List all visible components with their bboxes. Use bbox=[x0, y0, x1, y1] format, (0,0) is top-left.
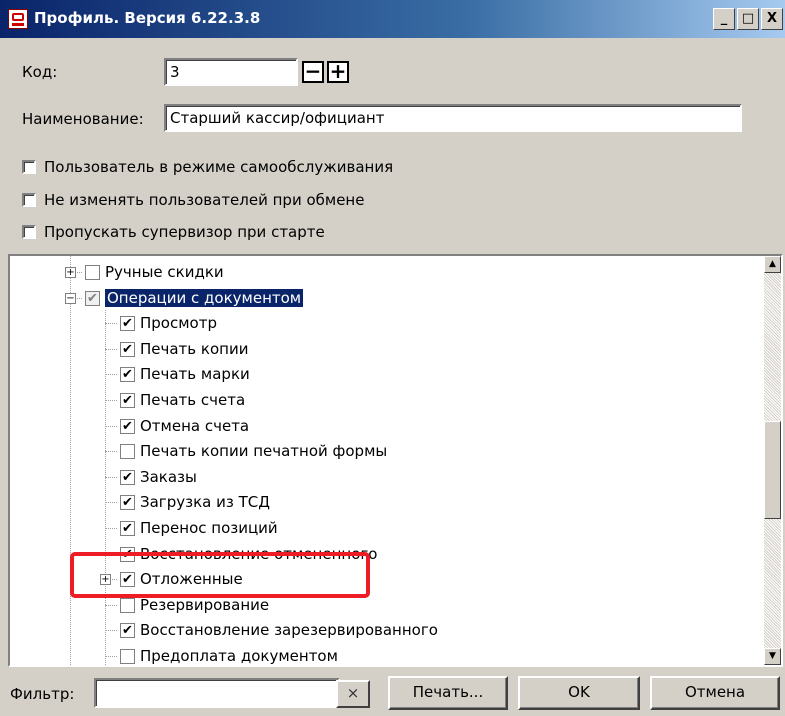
tree-item-label: Печать копии bbox=[140, 339, 249, 358]
ok-button[interactable]: OK bbox=[518, 676, 640, 710]
scroll-up-arrow-icon[interactable]: ▲ bbox=[764, 256, 781, 273]
expand-icon[interactable]: + bbox=[65, 267, 76, 278]
option-self-service[interactable]: Пользователь в режиме самообслуживания bbox=[22, 157, 393, 177]
tree-connector bbox=[105, 656, 117, 657]
tree-checkbox[interactable] bbox=[120, 649, 135, 664]
tree-item-label: Просмотр bbox=[140, 314, 217, 333]
scroll-down-arrow-icon[interactable]: ▼ bbox=[764, 648, 781, 665]
tree-item-label: Перенос позиций bbox=[140, 519, 278, 537]
tree-item-label: Отмена счета bbox=[140, 416, 250, 435]
tree-item[interactable]: ✔ Заказы bbox=[10, 465, 762, 491]
tree-checkbox[interactable]: ✔ bbox=[120, 367, 135, 383]
tree-connector bbox=[105, 400, 117, 401]
decrement-button[interactable]: − bbox=[302, 61, 324, 83]
tree-item-label: Резервирование bbox=[140, 595, 270, 614]
filter-label: Фильтр: bbox=[10, 685, 75, 703]
tree-item[interactable]: ✔ Печать счета bbox=[10, 388, 762, 414]
tree-connector bbox=[105, 374, 117, 376]
increment-button[interactable]: + bbox=[327, 61, 349, 83]
tree-checkbox[interactable]: ✔ bbox=[120, 469, 135, 485]
tree-item-label: Операции с документом bbox=[105, 288, 304, 307]
tree-item[interactable]: ✔ Загрузка из ТСД bbox=[10, 490, 762, 516]
maximize-button[interactable]: □ bbox=[737, 8, 759, 30]
tree-checkbox[interactable]: ✔ bbox=[120, 623, 135, 639]
minimize-button[interactable]: _ bbox=[713, 8, 735, 30]
filter-input[interactable] bbox=[94, 678, 340, 708]
profile-window: Профиль. Версия 6.22.3.8 _ □ X Код: 3 − … bbox=[0, 0, 785, 716]
tree-checkbox[interactable]: ✔ bbox=[120, 418, 135, 434]
permissions-tree[interactable]: + Ручные скидки − ✔ Операции с документом ✔ Пр… bbox=[8, 254, 783, 667]
tree-connector bbox=[105, 348, 117, 350]
app-icon bbox=[8, 9, 28, 29]
tree-item[interactable]: ✔ Просмотр bbox=[10, 311, 762, 337]
tree-checkbox[interactable]: ✔ bbox=[120, 341, 135, 357]
tree-item[interactable]: ✔ Отмена счета bbox=[10, 414, 762, 440]
tree-checkbox[interactable] bbox=[85, 265, 100, 280]
tree-item-label: Загрузка из ТСД bbox=[140, 493, 270, 512]
vertical-scrollbar[interactable]: ▲ ▼ bbox=[764, 256, 781, 665]
tree-item[interactable]: − ✔ Операции с документом bbox=[10, 286, 762, 312]
tree-checkbox[interactable]: ✔ bbox=[120, 316, 135, 332]
tree-checkbox[interactable] bbox=[120, 444, 135, 460]
option-label: Не изменять пользователей при обмене bbox=[44, 191, 365, 209]
tree-item-label: Ручные скидки bbox=[105, 263, 224, 281]
tree-item[interactable]: ✔ Перенос позиций bbox=[10, 516, 762, 542]
tree-connector bbox=[105, 451, 117, 453]
tree-connector bbox=[105, 502, 117, 504]
tree-item-label: Предоплата документом bbox=[140, 647, 338, 665]
print-button[interactable]: Печать... bbox=[388, 676, 508, 710]
tree-item-label: Печать копии печатной формы bbox=[140, 442, 388, 461]
checkbox[interactable] bbox=[22, 160, 36, 174]
window-title: Профиль. Версия 6.22.3.8 bbox=[34, 9, 261, 27]
option-skip-supervisor[interactable]: Пропускать супервизор при старте bbox=[22, 222, 325, 242]
tree-item[interactable]: + Ручные скидки bbox=[10, 260, 762, 286]
tree-item-label: Восстановление зарезервированного bbox=[140, 621, 438, 640]
tree-connector bbox=[105, 425, 117, 427]
tree-checkbox[interactable]: ✔ bbox=[85, 290, 100, 306]
tree-checkbox[interactable] bbox=[120, 597, 135, 613]
tree-checkbox[interactable]: ✔ bbox=[120, 495, 135, 511]
tree-content: + Ручные скидки − ✔ Операции с документом ✔ Пр… bbox=[10, 256, 762, 665]
tree-connector bbox=[105, 323, 117, 325]
collapse-icon[interactable]: − bbox=[65, 292, 76, 304]
tree-connector bbox=[105, 476, 117, 478]
title-bar[interactable]: Профиль. Версия 6.22.3.8 _ □ X bbox=[0, 0, 785, 38]
clear-filter-button[interactable]: × bbox=[336, 680, 370, 708]
tree-item[interactable]: Предоплата документом bbox=[10, 644, 762, 665]
option-no-change-users[interactable]: Не изменять пользователей при обмене bbox=[22, 190, 364, 210]
tree-item[interactable]: Печать копии печатной формы bbox=[10, 439, 762, 465]
tree-item[interactable]: ✔ Печать копии bbox=[10, 337, 762, 363]
tree-item[interactable]: ✔ Восстановление зарезервированного bbox=[10, 618, 762, 644]
tree-checkbox[interactable]: ✔ bbox=[120, 393, 135, 408]
scrollbar-thumb[interactable] bbox=[764, 421, 781, 519]
name-field[interactable]: Старший кассир/официант bbox=[164, 104, 742, 132]
code-field[interactable]: 3 bbox=[164, 58, 298, 86]
close-button[interactable]: X bbox=[761, 8, 783, 30]
code-label: Код: bbox=[22, 63, 58, 81]
tree-checkbox[interactable]: ✔ bbox=[120, 521, 135, 536]
checkbox[interactable] bbox=[22, 225, 36, 239]
tree-item-label: Печать марки bbox=[140, 365, 250, 384]
tree-item-label: Заказы bbox=[140, 467, 197, 486]
tree-item-label: Печать счета bbox=[140, 391, 246, 409]
cancel-button[interactable]: Отмена bbox=[650, 676, 780, 710]
tree-connector bbox=[105, 528, 117, 529]
name-label: Наименование: bbox=[22, 110, 144, 128]
tree-item[interactable]: ✔ Печать марки bbox=[10, 362, 762, 388]
checkbox[interactable] bbox=[22, 193, 36, 207]
highlight-annotation bbox=[70, 552, 370, 598]
option-label: Пропускать супервизор при старте bbox=[44, 223, 325, 241]
option-label: Пользователь в режиме самообслуживания bbox=[44, 158, 394, 176]
tree-connector bbox=[105, 630, 117, 632]
tree-connector bbox=[105, 604, 117, 606]
